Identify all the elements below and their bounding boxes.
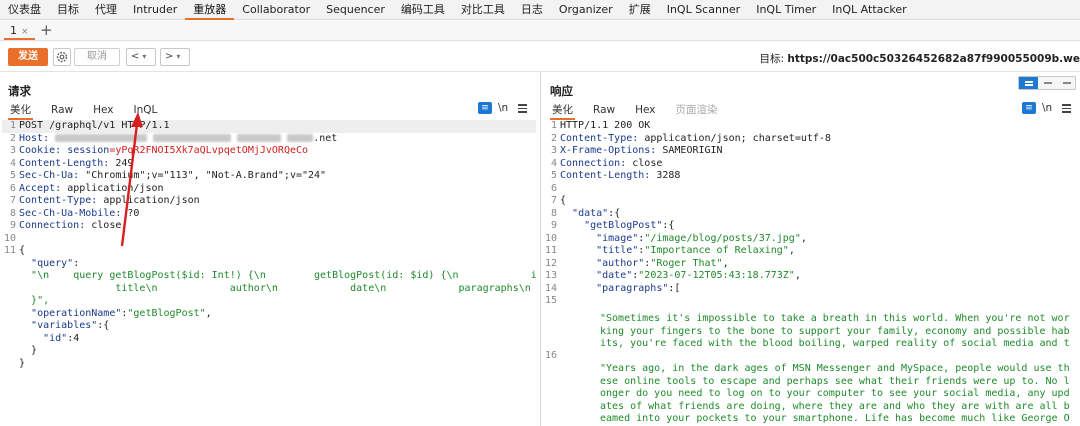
code-line: 1 HTTP/1.1 200 OK xyxy=(550,120,651,131)
code-line: "id":4 xyxy=(43,332,80,344)
menu-icon[interactable] xyxy=(518,102,528,115)
response-view-tabs: 美化 Raw Hex 页面渲染 xyxy=(550,101,735,120)
menu-item[interactable]: 代理 xyxy=(87,0,125,20)
menu-item[interactable]: InQL Timer xyxy=(748,0,824,20)
code-line: 9 "getBlogPost":{ xyxy=(550,220,675,231)
code-line: 8 "data":{ xyxy=(550,207,621,219)
code-line-number: 16 xyxy=(544,350,557,361)
chevron-left-icon: < xyxy=(131,51,140,62)
code-line: 13 "date":"2023-07-12T05:43:18.773Z", xyxy=(544,270,801,281)
code-line: 11 "title":"Importance of Relaxing", xyxy=(544,245,795,256)
forward-button[interactable]: > ▾ xyxy=(160,48,190,66)
repeater-tab-strip: 1 × + xyxy=(0,21,1080,41)
code-line: 3 X-Frame-Options: SAMEORIGIN xyxy=(550,145,723,156)
code-line: 4 Content-Length: 249 xyxy=(9,157,134,169)
code-line: 7{ xyxy=(550,195,567,206)
request-editor[interactable]: 1 POST /graphql/v1 HTTP/1.1 2 Host: .net 3… xyxy=(2,120,536,426)
code-line: } xyxy=(19,357,26,369)
response-pane-title: 响应 xyxy=(550,84,573,98)
menu-item[interactable]: Sequencer xyxy=(318,0,393,20)
code-line: }", xyxy=(31,295,50,306)
horizontal-view-icon[interactable] xyxy=(1038,77,1057,89)
newline-toggle[interactable]: \n xyxy=(498,102,508,114)
tabbed-view-icon[interactable] xyxy=(1057,77,1076,89)
menu-icon[interactable] xyxy=(1062,102,1072,115)
menu-item[interactable]: 扩展 xyxy=(621,0,659,20)
wrap-icon[interactable]: ≡ xyxy=(1022,102,1036,115)
chevron-down-icon: ▾ xyxy=(176,52,181,61)
code-line: 10 xyxy=(3,232,16,244)
code-line: "operationName":"getBlogPost", xyxy=(31,307,212,319)
code-line: 1 POST /graphql/v1 HTTP/1.1 xyxy=(2,120,536,133)
code-line: "\n query getBlogPost($id: Int!) {\n get… xyxy=(31,270,536,281)
code-line: } xyxy=(31,345,38,356)
code-line: 7 Content-Type: application/json xyxy=(9,195,200,206)
gear-icon xyxy=(56,51,68,63)
code-line: 6 Accept: application/json xyxy=(9,182,164,194)
menu-item[interactable]: 对比工具 xyxy=(453,0,513,20)
code-line: 11{ xyxy=(3,245,26,256)
menu-item[interactable]: 仪表盘 xyxy=(0,0,49,20)
request-tab[interactable]: 美化 xyxy=(8,101,33,120)
cancel-button[interactable]: 取消 xyxy=(74,48,120,66)
pane-divider[interactable] xyxy=(540,72,541,426)
code-line: 12 "author":"Roger That", xyxy=(544,257,729,269)
code-line: "query": xyxy=(31,257,80,269)
code-line: 8 Sec-Ch-Ua-Mobile: ?0 xyxy=(9,207,140,219)
request-tab[interactable]: InQL xyxy=(131,103,159,117)
code-line: 15 xyxy=(544,295,557,306)
request-editor-tools: ≡ \n xyxy=(478,102,528,115)
menu-item[interactable]: InQL Attacker xyxy=(824,0,915,20)
menu-item[interactable]: 目标 xyxy=(49,0,87,20)
code-line: 5 Content-Length: 3288 xyxy=(550,170,681,181)
code-line: 4 Connection: close xyxy=(550,157,663,169)
request-view-tabs: 美化 Raw Hex InQL xyxy=(8,101,175,120)
target-url: https://0ac500c50326452682a87f990055009b… xyxy=(787,53,1080,65)
menu-item[interactable]: Organizer xyxy=(551,0,621,20)
response-tab[interactable]: Hex xyxy=(633,103,657,117)
request-tab[interactable]: Raw xyxy=(49,103,75,117)
send-button[interactable]: 发送 xyxy=(8,48,48,66)
request-pane-title: 请求 xyxy=(8,84,31,98)
back-button[interactable]: < ▾ xyxy=(126,48,156,66)
response-editor-tools: ≡ \n xyxy=(1022,102,1072,115)
code-line: 3 Cookie: session=yPqR2FNOI5Xk7aQLvpqetOM… xyxy=(9,145,309,156)
response-tab[interactable]: Raw xyxy=(591,103,617,117)
split-view-icon[interactable] xyxy=(1019,77,1038,89)
request-tab[interactable]: Hex xyxy=(91,103,115,117)
add-tab-button[interactable]: + xyxy=(40,21,53,40)
menu-item[interactable]: 重放器 xyxy=(185,0,235,20)
menu-item[interactable]: 日志 xyxy=(513,0,551,20)
repeater-tab-1[interactable]: 1 × xyxy=(4,22,35,40)
code-line: 6 xyxy=(550,182,557,194)
layout-toggle[interactable] xyxy=(1018,76,1076,90)
repeater-toolbar: 发送 取消 < ▾ > ▾ 目标: https://0ac500c503264526… xyxy=(0,42,1080,72)
target-label: 目标: xyxy=(759,53,785,65)
code-line: 5 Sec-Ch-Ua: "Chromium";v="113", "Not-A.B… xyxy=(9,170,327,181)
code-line: title\n author\n date\n paragraphs\n }\n xyxy=(115,282,531,294)
paragraph-1: "Sometimes it's impossible to take a bre… xyxy=(600,313,1070,351)
code-line: 2 Host: .net xyxy=(9,132,338,144)
repeater-tab-label: 1 xyxy=(10,24,17,37)
code-line: 14 "paragraphs":[ xyxy=(544,282,681,294)
menu-item[interactable]: Collaborator xyxy=(234,0,318,20)
code-line: 10 "image":"/image/blog/posts/37.jpg", xyxy=(544,232,807,244)
settings-button[interactable] xyxy=(53,48,71,66)
code-line: 9 Connection: close xyxy=(9,220,122,231)
chevron-right-icon: > xyxy=(165,51,174,62)
code-line: "variables":{ xyxy=(31,320,110,331)
main-menu-bar: 仪表盘 目标 代理 Intruder 重放器 Collaborator Sequencer 编… xyxy=(0,0,1080,20)
newline-toggle[interactable]: \n xyxy=(1042,102,1052,114)
target-host[interactable]: 目标: https://0ac500c50326452682a87f990055… xyxy=(759,51,1080,66)
wrap-icon[interactable]: ≡ xyxy=(478,102,492,115)
response-tab[interactable]: 页面渲染 xyxy=(673,101,719,118)
menu-item[interactable]: InQL Scanner xyxy=(659,0,749,20)
chevron-down-icon: ▾ xyxy=(142,52,147,61)
close-icon[interactable]: × xyxy=(21,27,29,37)
menu-item[interactable]: 编码工具 xyxy=(393,0,453,20)
menu-item[interactable]: Intruder xyxy=(125,0,185,20)
paragraph-2: "Years ago, in the dark ages of MSN Mess… xyxy=(600,363,1070,426)
code-line: 2 Content-Type: application/json; charset… xyxy=(550,132,831,144)
response-tab[interactable]: 美化 xyxy=(550,101,575,120)
